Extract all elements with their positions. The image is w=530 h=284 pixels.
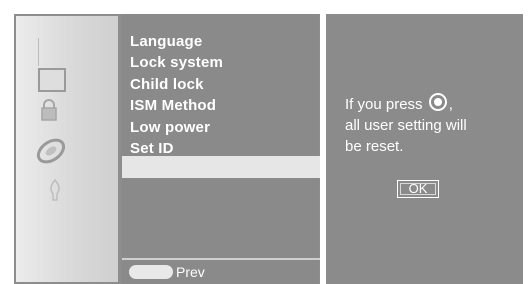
menu-item-selected-highlight[interactable]: [122, 156, 320, 178]
disc-icon[interactable]: [34, 134, 68, 168]
menu-item-low-power[interactable]: Low power: [130, 117, 223, 138]
menu-item-child-lock[interactable]: Child lock: [130, 74, 223, 95]
message-line-1: If you press ,: [345, 93, 515, 115]
menu-panel: Language Lock system Child lock ISM Meth…: [122, 14, 319, 284]
lock-icon[interactable]: [40, 98, 58, 122]
message-line-2: all user setting will: [345, 117, 467, 134]
prev-button[interactable]: [129, 265, 173, 279]
menu-icon-strip: [16, 16, 118, 282]
message-suffix: ,: [448, 96, 453, 113]
menu-item-language[interactable]: Language: [130, 31, 223, 52]
ok-button-icon: [428, 93, 447, 111]
message-line-3: be reset.: [345, 138, 404, 155]
tv-osd-screen: Language Lock system Child lock ISM Meth…: [0, 0, 530, 284]
bulb-icon[interactable]: [48, 178, 62, 204]
ok-button[interactable]: OK: [397, 180, 439, 198]
menu-item-lock-system[interactable]: Lock system: [130, 52, 223, 73]
prev-label: Prev: [176, 264, 205, 280]
menu-divider: [122, 258, 320, 260]
menu-item-ism-method[interactable]: ISM Method: [130, 95, 223, 116]
tv-screen-icon[interactable]: [38, 68, 66, 92]
message-prefix: If you press: [345, 96, 423, 113]
reset-message: If you press , all user setting will be …: [345, 93, 515, 157]
divider: [38, 38, 39, 66]
ok-label: OK: [408, 181, 428, 196]
menu-list: Language Lock system Child lock ISM Meth…: [130, 31, 223, 159]
